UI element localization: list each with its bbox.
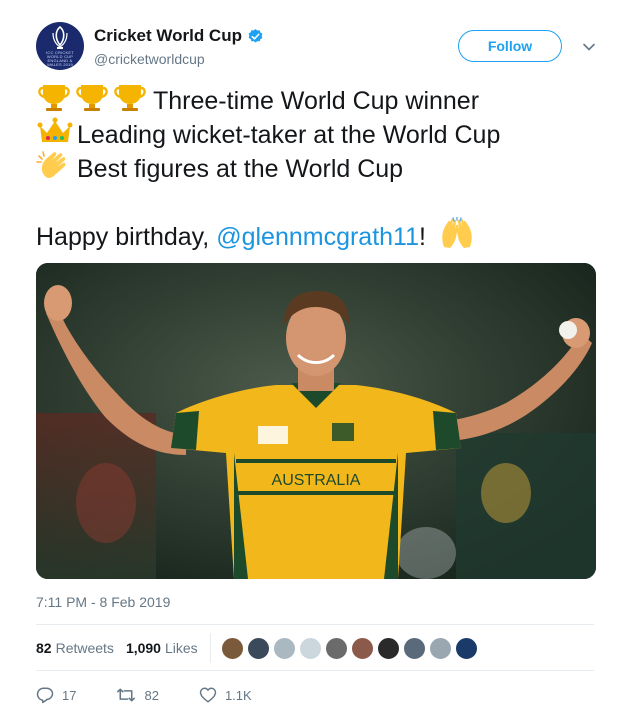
tweet-actions: 17 82 1.1K [36,682,292,708]
likes-count: 1,090 [125,640,161,656]
like-count: 1.1K [224,687,252,703]
account-avatar[interactable]: ICC CRICKET WORLD CUP ENGLAND & WALES 20… [36,22,84,70]
tweet-photo[interactable]: AUSTRALIA [36,263,596,579]
liker-avatar[interactable] [350,636,374,660]
stats-separator [209,633,211,663]
divider-bottom [36,670,594,671]
retweets-count: 82 [36,640,52,656]
retweet-icon [117,688,136,702]
retweets-label: Retweets [55,640,114,656]
liker-avatar[interactable] [298,636,322,660]
reply-count: 17 [62,687,77,703]
tweet-line-3: Best figures at the World Cup [36,150,606,189]
cwc-logo-icon [52,25,68,49]
verified-badge-icon [248,28,263,43]
liker-avatar[interactable] [272,636,296,660]
liker-avatar[interactable] [220,636,244,660]
tweet-timestamp[interactable]: 7:11 PM - 8 Feb 2019 [36,594,170,610]
engagement-stats: 82 Retweets 1,090 Likes [36,627,481,669]
retweet-count: 82 [144,687,159,703]
retweets-stat[interactable]: 82 Retweets [36,640,114,656]
avatar-text: ICC CRICKET WORLD CUP ENGLAND & WALES 20… [46,50,74,67]
tweet-line-3-text: Best figures at the World Cup [77,155,404,183]
liker-avatars [220,636,481,660]
liker-avatar[interactable] [402,636,426,660]
liker-avatar[interactable] [246,636,270,660]
clapping-hands-icon [36,150,74,189]
tweet-line-2-text: Leading wicket-taker at the World Cup [77,121,501,149]
name-row: Cricket World Cup [94,26,264,46]
reply-icon [36,687,54,704]
reply-action[interactable]: 17 [36,686,76,704]
like-action[interactable]: 1.1K [199,686,252,704]
account-name[interactable]: Cricket World Cup [94,26,242,46]
account-handle[interactable]: @cricketworldcup [94,51,205,67]
retweet-action[interactable]: 82 [116,686,159,704]
liker-avatar[interactable] [454,636,478,660]
jersey-text: AUSTRALIA [272,472,361,489]
likes-label: Likes [164,640,198,656]
liker-avatar[interactable] [324,636,348,660]
tweet-text: Three-time World Cup winner Leading wick… [36,83,606,254]
liker-avatar[interactable] [376,636,400,660]
birthday-text: Happy birthday, [36,223,217,251]
follow-button[interactable]: Follow [458,30,562,62]
heart-icon [199,687,217,703]
tweet-header: ICC CRICKET WORLD CUP ENGLAND & WALES 20… [36,22,602,74]
tweet-line-2: Leading wicket-taker at the World Cup [36,117,606,152]
player-photo: AUSTRALIA [36,263,596,579]
mention-link[interactable]: @glennmcgrath11 [216,220,419,254]
likes-stat[interactable]: 1,090 Likes [126,640,198,656]
tweet-line-1: Three-time World Cup winner [36,83,606,118]
tweet-line-1-text: Three-time World Cup winner [153,87,480,115]
liker-avatar[interactable] [428,636,452,660]
birthday-suffix: ! [419,223,426,251]
chevron-down-icon[interactable] [582,40,596,54]
divider-top [36,624,594,625]
raising-hands-icon [438,215,476,258]
tweet-line-birthday: Happy birthday, @glennmcgrath11 ! [36,215,606,254]
